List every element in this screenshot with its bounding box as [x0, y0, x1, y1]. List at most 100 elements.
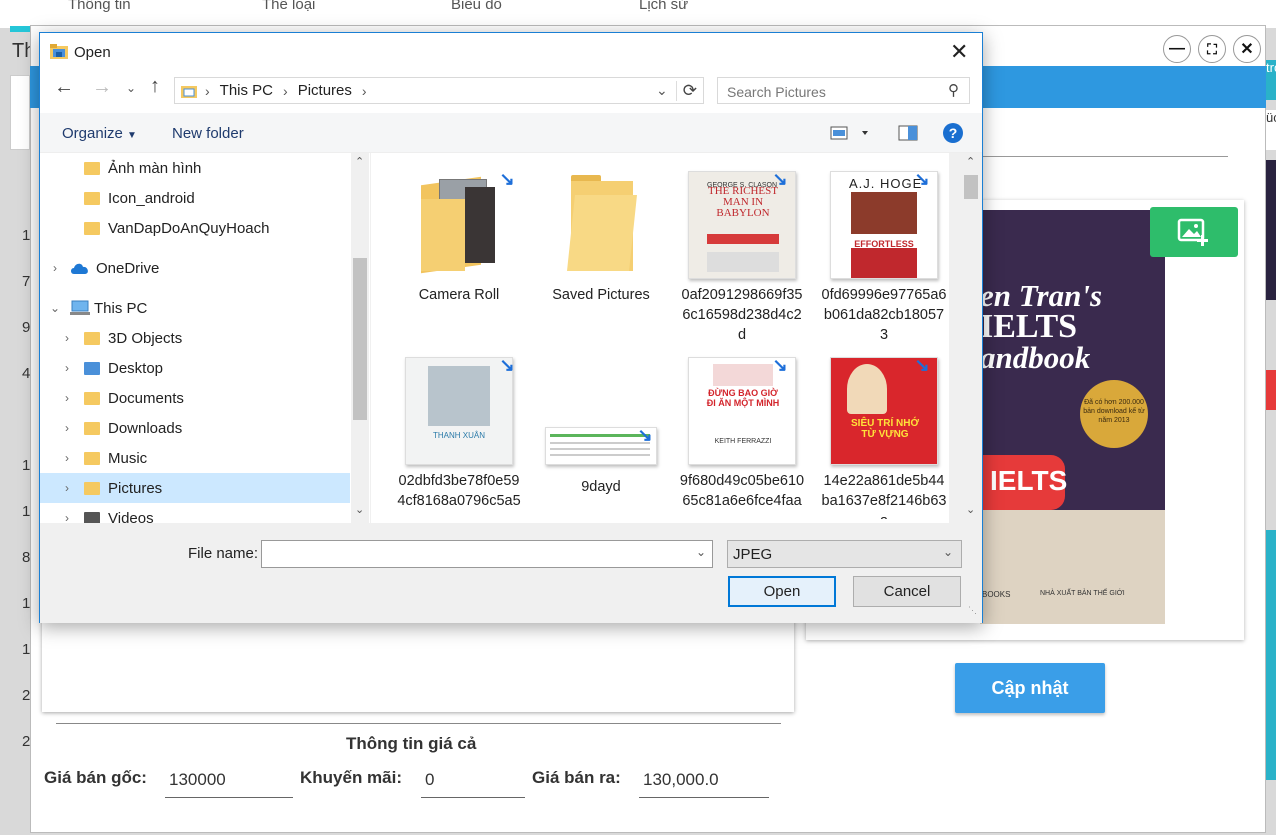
file-item-saved-pictures[interactable]: Saved Pictures [530, 171, 672, 351]
promo-input[interactable]: 0 [421, 770, 525, 798]
file-item-image[interactable]: A.J. HOGE EFFORTLESS ENGLISH ↘ 0fd69996e… [813, 169, 949, 351]
nav-item-downloads[interactable]: › Downloads [40, 413, 350, 443]
desktop-folder-icon [84, 361, 100, 375]
preview-pane-button[interactable] [898, 125, 918, 144]
file-list-scrollbar[interactable]: ⌃ ⌄ [962, 153, 980, 523]
breadcrumb-this-pc[interactable]: This PC [220, 82, 273, 99]
address-bar[interactable]: › This PC › Pictures › ⌄ ⟳ [174, 77, 704, 104]
nav-item-documents[interactable]: › Documents [40, 383, 350, 413]
shortcut-icon: ↘ [914, 355, 930, 375]
maximize-button[interactable]: ⛶ [1198, 35, 1226, 63]
breadcrumb-pictures[interactable]: Pictures [298, 82, 352, 99]
recent-locations-button[interactable]: ⌄ [126, 81, 136, 95]
search-icon: ⚲ [948, 82, 959, 99]
nav-item-vandapdoanquyhoach[interactable]: VanDapDoAnQuyHoach [40, 213, 350, 243]
forward-button[interactable]: → [92, 76, 112, 99]
shortcut-icon: ↘ [772, 169, 788, 189]
camera-roll-folder-icon [421, 171, 497, 274]
close-app-button[interactable]: ✕ [1233, 35, 1261, 63]
dialog-close-button[interactable]: ✕ [950, 39, 968, 65]
cancel-button[interactable]: Cancel [853, 576, 961, 607]
address-dropdown-button[interactable]: ⌄ [656, 82, 668, 99]
original-price-input[interactable]: 130000 [165, 770, 293, 798]
chevron-down-icon: ⌄ [942, 545, 953, 559]
file-item-camera-roll[interactable]: ↘ Camera Roll [388, 169, 530, 351]
nav-scroll-thumb[interactable] [353, 258, 367, 420]
search-input[interactable]: Search Pictures ⚲ [717, 77, 970, 104]
file-item-image[interactable]: SIÊU TRÍ NHỚ TỪ VỰNG ↘ 14e22a861de5b44ba… [813, 355, 949, 523]
up-button[interactable]: ↑ [150, 75, 160, 98]
right-edge-fragment-2: ücu [1266, 110, 1276, 150]
pictures-folder-icon [181, 85, 197, 98]
folder-icon [84, 161, 100, 175]
refresh-button[interactable]: ⟳ [675, 80, 703, 101]
scroll-down-icon: ⌄ [355, 504, 365, 516]
file-list-scroll-thumb[interactable] [964, 175, 978, 199]
chevron-down-icon: ⌄ [695, 545, 706, 559]
tab-category[interactable]: Thể loại [262, 0, 315, 13]
folder-icon [563, 175, 639, 275]
tab-chart[interactable]: Biểu đồ [451, 0, 502, 13]
close-icon: ✕ [1240, 41, 1254, 58]
nav-item-label: Icon_android [108, 189, 195, 207]
refresh-icon: ⟳ [682, 80, 697, 100]
resize-grip-icon[interactable]: ⋱ [968, 605, 977, 616]
nav-item-icon-android[interactable]: Icon_android [40, 183, 350, 213]
nav-item-label: This PC [94, 299, 148, 317]
row-number: 8 [22, 549, 31, 566]
breadcrumb-separator: › [361, 82, 367, 99]
nav-item-anh-man-hinh[interactable]: Ảnh màn hình [40, 153, 350, 183]
nav-item-desktop[interactable]: › Desktop [40, 353, 350, 383]
cover-ielts-badge: IELTS [980, 455, 1067, 510]
row-number: 4 [22, 365, 31, 382]
tab-info[interactable]: Thông tin [68, 0, 131, 13]
file-name: 9dayd [581, 479, 621, 495]
nav-item-label: Desktop [108, 359, 164, 377]
open-button[interactable]: Open [728, 576, 836, 607]
nav-item-videos[interactable]: › Videos [40, 503, 350, 523]
new-folder-button[interactable]: New folder [172, 125, 244, 142]
maximize-icon: ⛶ [1207, 40, 1217, 57]
chevron-down-icon: ⌄ [49, 301, 61, 315]
scroll-down-icon: ⌄ [966, 504, 976, 516]
nav-item-onedrive[interactable]: › OneDrive [40, 253, 350, 283]
file-item-image[interactable]: ĐỪNG BAO GIỜ ĐI ĂN MỘT MÌNH KEITH FERRAZ… [671, 355, 813, 523]
dialog-navigation-row: ← → ⌄ ↑ › This PC › Pictures › ⌄ ⟳ Searc… [40, 71, 982, 113]
right-edge-image [1266, 160, 1276, 300]
tab-history[interactable]: Lịch sử [639, 0, 688, 13]
sale-price-input[interactable]: 130,000.0 [639, 770, 769, 798]
file-item-image[interactable]: THANH XUÂN ↘ 02dbfd3be78f0e594cf8168a079… [388, 355, 530, 523]
row-number: 1 [22, 227, 31, 244]
file-type-select[interactable]: JPEG ⌄ [727, 540, 962, 568]
file-name-input[interactable]: ⌄ [261, 540, 713, 568]
file-item-image[interactable]: GEORGE S. CLASON THE RICHEST MAN IN BABY… [671, 169, 813, 351]
open-file-dialog: Open ✕ ← → ⌄ ↑ › This PC › Pictures › ⌄ … [39, 32, 983, 623]
file-item-image[interactable]: ↘ 9dayd [530, 357, 672, 523]
chevron-right-icon: › [65, 481, 69, 495]
nav-item-label: Music [108, 449, 148, 467]
book-cover-image: en Tran's IELTS andbook Đã có hơn 200.00… [980, 210, 1165, 624]
file-name: 0fd69996e97765a6b061da82cb180573 [821, 287, 947, 343]
shortcut-icon: ↘ [772, 355, 788, 375]
help-button[interactable]: ? [943, 123, 963, 143]
shortcut-icon: ↘ [914, 169, 930, 189]
nav-item-music[interactable]: › Music [40, 443, 350, 473]
book-title: SIÊU TRÍ NHỚ TỪ VỰNG [851, 418, 919, 440]
update-button[interactable]: Cập nhật [955, 663, 1105, 713]
organize-button[interactable]: Organize ▼ [62, 125, 137, 142]
nav-item-3d-objects[interactable]: › 3D Objects [40, 323, 350, 353]
nav-item-this-pc[interactable]: ⌄ This PC [40, 293, 350, 323]
left-panel-edge [10, 75, 30, 150]
preview-pane-icon [898, 125, 918, 141]
chevron-down-icon: ⌄ [656, 82, 668, 98]
back-button[interactable]: ← [54, 76, 74, 99]
change-view-button[interactable] [830, 125, 870, 144]
add-image-button[interactable] [1150, 207, 1238, 257]
right-edge-fragment: tro [1266, 60, 1276, 100]
nav-item-pictures[interactable]: › Pictures [40, 473, 350, 503]
shortcut-icon: ↘ [499, 355, 515, 375]
minimize-button[interactable]: — [1163, 35, 1191, 63]
nav-pane-scrollbar[interactable]: ⌃ ⌄ [351, 153, 369, 523]
row-number: 9 [22, 319, 31, 336]
chevron-right-icon: › [65, 361, 69, 375]
